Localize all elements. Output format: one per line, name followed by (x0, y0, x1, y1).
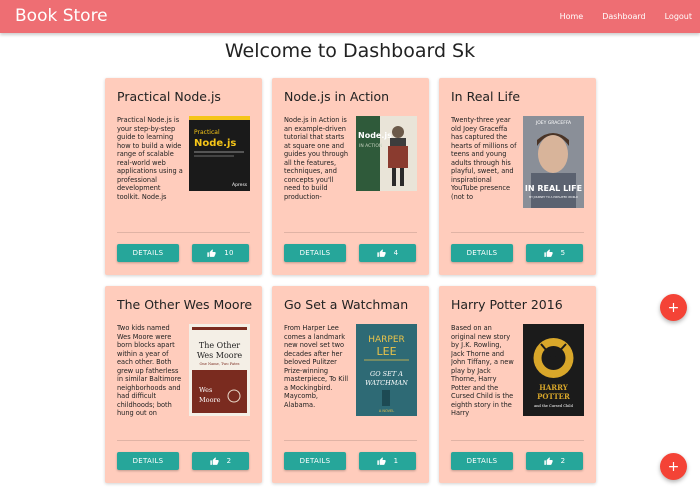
svg-text:Node.js: Node.js (194, 138, 236, 149)
thumbs-up-icon (209, 456, 219, 465)
svg-text:A NOVEL: A NOVEL (379, 409, 394, 413)
book-cover: HARRY POTTER and the Cursed Child (523, 324, 584, 416)
svg-text:The Other: The Other (199, 341, 240, 350)
book-description: Two kids named Wes Moore were born block… (117, 324, 182, 417)
details-button[interactable]: DETAILS (284, 452, 346, 470)
svg-text:Practical: Practical (194, 129, 220, 136)
svg-text:HARPER: HARPER (368, 335, 405, 345)
card-divider (117, 440, 250, 441)
svg-text:JOEY GRACEFFA: JOEY GRACEFFA (535, 120, 572, 126)
book-card: Go Set a Watchman From Harper Lee comes … (272, 286, 429, 483)
thumbs-up-icon (543, 456, 553, 465)
svg-text:MY JOURNEY TO A PIXELATED WORL: MY JOURNEY TO A PIXELATED WORLD (529, 195, 578, 199)
navbar: Book Store Home Dashboard Logout (0, 0, 700, 33)
book-title: In Real Life (451, 89, 521, 104)
plus-icon: + (667, 299, 680, 316)
thumbs-up-icon (376, 456, 386, 465)
book-title: Harry Potter 2016 (451, 297, 563, 312)
svg-text:One Name, Two Fates: One Name, Two Fates (199, 362, 239, 366)
svg-text:IN ACTION: IN ACTION (359, 143, 382, 149)
svg-text:Apress: Apress (232, 182, 248, 188)
brand-logo[interactable]: Book Store (15, 6, 108, 26)
like-count: 2 (560, 457, 566, 465)
svg-text:Moore: Moore (199, 396, 221, 404)
book-title: Node.js in Action (284, 89, 390, 104)
like-button[interactable]: 5 (526, 244, 583, 262)
like-button[interactable]: 2 (526, 452, 583, 470)
like-button[interactable]: 2 (192, 452, 249, 470)
add-book-button[interactable]: + (660, 453, 687, 480)
nav-links: Home Dashboard Logout (541, 0, 692, 33)
book-cover: JOEY GRACEFFA IN REAL LIFE MY JOURNEY TO… (523, 116, 584, 208)
book-title: The Other Wes Moore (117, 297, 253, 312)
svg-text:WATCHMAN: WATCHMAN (365, 379, 408, 387)
svg-text:LEE: LEE (376, 345, 396, 358)
card-divider (451, 440, 584, 441)
thumbs-up-icon (543, 248, 553, 257)
svg-text:HARRY: HARRY (539, 383, 568, 392)
card-divider (117, 232, 250, 233)
svg-text:IN REAL LIFE: IN REAL LIFE (525, 184, 582, 193)
svg-text:GO SET A: GO SET A (370, 370, 403, 378)
like-count: 1 (393, 457, 399, 465)
book-title: Practical Node.js (117, 89, 221, 104)
book-description: Practical Node.js is your step-by-step g… (117, 116, 183, 201)
book-cover: The Other Wes Moore One Name, Two Fates … (189, 324, 250, 416)
svg-text:Node.js: Node.js (358, 131, 392, 140)
add-book-button[interactable]: + (660, 294, 687, 321)
details-button[interactable]: DETAILS (117, 244, 179, 262)
svg-text:and the Cursed Child: and the Cursed Child (534, 404, 573, 408)
details-button[interactable]: DETAILS (451, 244, 513, 262)
book-cover: HARPER LEE GO SET A WATCHMAN A NOVEL (356, 324, 417, 416)
card-divider (284, 232, 417, 233)
like-count: 5 (560, 249, 566, 257)
book-card: Node.js in Action Node.js in Action is a… (272, 78, 429, 275)
book-description: Twenty-three year old Joey Graceffa has … (451, 116, 517, 201)
book-card: Harry Potter 2016 Based on an original n… (439, 286, 596, 483)
details-button[interactable]: DETAILS (117, 452, 179, 470)
card-divider (451, 232, 584, 233)
details-button[interactable]: DETAILS (451, 452, 513, 470)
svg-text:POTTER: POTTER (537, 392, 570, 401)
like-button[interactable]: 4 (359, 244, 416, 262)
like-button[interactable]: 10 (192, 244, 249, 262)
nav-logout-link[interactable]: Logout (665, 12, 692, 21)
like-count: 10 (224, 249, 234, 257)
plus-icon: + (667, 458, 680, 475)
book-card: The Other Wes Moore Two kids named Wes M… (105, 286, 262, 483)
book-description: Node.js in Action is an example-driven t… (284, 116, 349, 201)
page-title: Welcome to Dashboard Sk (224, 40, 476, 62)
nav-home-link[interactable]: Home (560, 12, 584, 21)
book-description: Based on an original new story by J.K. R… (451, 324, 514, 417)
book-description: From Harper Lee comes a landmark new nov… (284, 324, 349, 409)
nav-dashboard-link[interactable]: Dashboard (602, 12, 645, 21)
svg-text:Wes Moore: Wes Moore (197, 351, 243, 360)
book-title: Go Set a Watchman (284, 297, 409, 312)
like-count: 4 (393, 249, 399, 257)
book-cover: Practical Node.js Apress (189, 116, 250, 208)
book-cover: Node.js IN ACTION (356, 116, 417, 208)
book-card: Practical Node.js Practical Node.js is y… (105, 78, 262, 275)
card-divider (284, 440, 417, 441)
thumbs-up-icon (376, 248, 386, 257)
book-card: In Real Life Twenty-three year old Joey … (439, 78, 596, 275)
like-count: 2 (226, 457, 232, 465)
thumbs-up-icon (207, 248, 216, 257)
svg-text:Wes: Wes (199, 386, 212, 394)
like-button[interactable]: 1 (359, 452, 416, 470)
details-button[interactable]: DETAILS (284, 244, 346, 262)
